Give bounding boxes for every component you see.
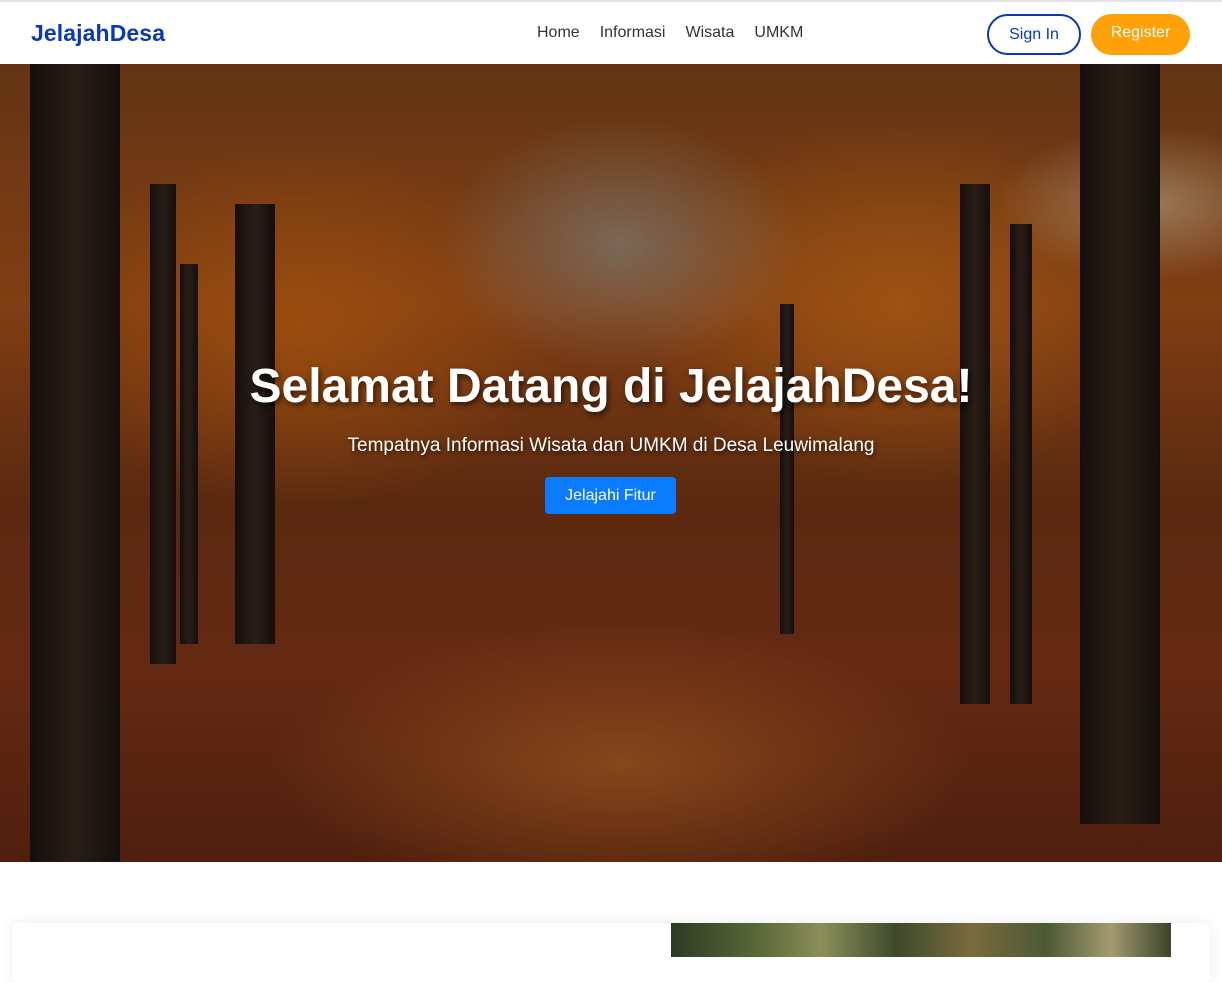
hero-subtitle: Tempatnya Informasi Wisata dan UMKM di D… <box>347 435 875 456</box>
sign-in-button[interactable]: Sign In <box>987 14 1081 55</box>
nav-link-informasi[interactable]: Informasi <box>600 24 666 42</box>
brand-logo[interactable]: JelajahDesa <box>31 20 165 47</box>
nav-link-home[interactable]: Home <box>537 24 580 42</box>
register-button[interactable]: Register <box>1091 14 1190 55</box>
explore-features-button[interactable]: Jelajahi Fitur <box>545 477 676 514</box>
hero-banner: Selamat Datang di JelajahDesa! Tempatnya… <box>0 64 1222 862</box>
navbar: JelajahDesa Home Informasi Wisata UMKM S… <box>0 0 1222 64</box>
hero-overlay <box>0 64 1222 862</box>
nav-link-wisata[interactable]: Wisata <box>685 24 734 42</box>
nav-link-umkm[interactable]: UMKM <box>754 24 803 42</box>
nav-links: Home Informasi Wisata UMKM <box>537 24 803 42</box>
feature-card-image <box>671 923 1171 957</box>
hero-title: Selamat Datang di JelajahDesa! <box>249 360 973 413</box>
